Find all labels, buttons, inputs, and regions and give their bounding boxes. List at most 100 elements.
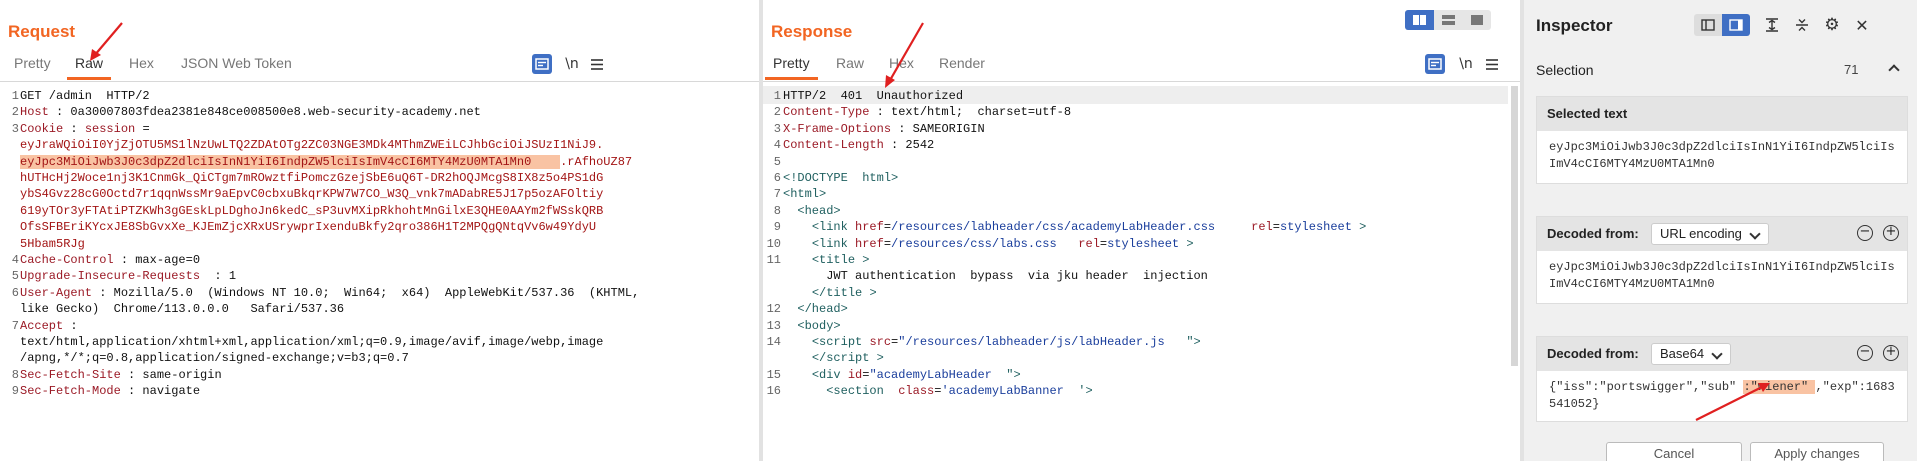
request-title: Request bbox=[8, 22, 76, 41]
decoded-url-value[interactable]: eyJpc3MiOiJwb3J0c3dpZ2dlciIsInN1YiI6Indp… bbox=[1537, 251, 1907, 303]
layout-top-bottom-icon[interactable] bbox=[1434, 10, 1463, 30]
cancel-button[interactable]: Cancel bbox=[1606, 442, 1742, 461]
tab-json-web-token[interactable]: JSON Web Token bbox=[181, 55, 292, 71]
request-editor[interactable]: 1 GET /admin HTTP/2 2 Host : 0a30007803fdea… bbox=[0, 85, 759, 461]
tab-pretty[interactable]: Pretty bbox=[765, 55, 818, 80]
pretty-print-toggle-icon[interactable] bbox=[532, 54, 552, 74]
line-number: 7 bbox=[11, 318, 19, 333]
line-number: 6 bbox=[11, 285, 19, 300]
decoded-base64-value[interactable]: {"iss":"portswigger","sub" :"wiener" ,"e… bbox=[1537, 371, 1907, 421]
line-number: 8 bbox=[773, 203, 781, 218]
selected-text-card: Selected text eyJpc3MiOiJwb3J0c3dpZ2dlci… bbox=[1536, 96, 1908, 184]
decoded-url-header: Decoded from: URL encoding − + bbox=[1537, 217, 1907, 251]
apply-changes-button[interactable]: Apply changes bbox=[1750, 442, 1884, 461]
chevron-up-icon[interactable] bbox=[1888, 64, 1900, 76]
inspector-title: Inspector bbox=[1536, 16, 1613, 35]
tab-hex[interactable]: Hex bbox=[889, 55, 914, 71]
request-pane: Request Pretty Raw Hex JSON Web Token \n… bbox=[0, 0, 759, 461]
code-line[interactable]: GET /admin HTTP/2 bbox=[20, 89, 150, 103]
code-line[interactable]: like Gecko) Chrome/113.0.0.0 Safari/537.… bbox=[20, 302, 344, 316]
settings-gear-icon[interactable]: ⚙ bbox=[1818, 14, 1846, 36]
response-title: Response bbox=[771, 22, 853, 41]
response-pane: Response Pretty Raw Hex Render \n 1 HTTP/… bbox=[763, 0, 1520, 461]
code-line[interactable]: ybS4Gvz28cG0Octd7r1qqnWssMr9aEpvC0cbxuBk… bbox=[20, 187, 603, 201]
code-line[interactable]: <!DOCTYPE html> bbox=[783, 171, 898, 185]
code-line[interactable]: <html> bbox=[783, 187, 826, 201]
line-number: 1 bbox=[11, 89, 19, 103]
code-line[interactable]: <link href=/resources/css/labs.css rel=s… bbox=[783, 237, 1194, 251]
code-line[interactable]: 619yTOr3yFTAtiPTZKWh3gGEskLpLDghoJn6kedC… bbox=[20, 204, 603, 218]
inspector-layout-list-icon[interactable] bbox=[1694, 14, 1722, 36]
menu-icon[interactable] bbox=[1481, 53, 1503, 75]
code-line[interactable]: eyJpc3MiOiJwb3J0c3dpZ2dlciIsInN1YiI6Indp… bbox=[20, 154, 632, 169]
line-number: 11 bbox=[766, 253, 781, 267]
newline-toggle-icon[interactable]: \n bbox=[1455, 53, 1477, 75]
add-decoding-icon[interactable]: + bbox=[1883, 225, 1899, 241]
code-line[interactable]: <link href=/resources/labheader/css/acad… bbox=[783, 220, 1367, 234]
selection-count: 71 bbox=[1844, 62, 1859, 77]
code-line[interactable]: </script > bbox=[783, 351, 884, 365]
decoding-select[interactable]: Base64 bbox=[1651, 343, 1732, 365]
request-tabs: Pretty Raw Hex JSON Web Token bbox=[0, 52, 759, 82]
close-icon[interactable]: ✕ bbox=[1848, 14, 1876, 36]
code-line[interactable]: <div id="academyLabHeader "> bbox=[783, 368, 1021, 382]
code-line[interactable]: X-Frame-Options : SAMEORIGIN bbox=[783, 122, 985, 136]
code-line[interactable]: text/html,application/xhtml+xml,applicat… bbox=[20, 335, 603, 349]
line-number: 8 bbox=[11, 367, 19, 382]
line-number: 7 bbox=[773, 187, 781, 202]
code-line[interactable]: <script src="/resources/labheader/js/lab… bbox=[783, 335, 1201, 349]
code-line[interactable]: JWT authentication bypass via jku header… bbox=[783, 269, 1208, 283]
selected-text-value[interactable]: eyJpc3MiOiJwb3J0c3dpZ2dlciIsInN1YiI6Indp… bbox=[1537, 131, 1907, 183]
tab-hex[interactable]: Hex bbox=[129, 55, 154, 71]
tab-raw[interactable]: Raw bbox=[66, 55, 112, 80]
layout-tabs-icon[interactable] bbox=[1463, 10, 1491, 30]
inspector-layout-panel-icon[interactable] bbox=[1722, 14, 1750, 36]
remove-decoding-icon[interactable]: − bbox=[1857, 345, 1873, 361]
line-number: 16 bbox=[766, 384, 781, 399]
pretty-print-toggle-icon[interactable] bbox=[1425, 54, 1445, 74]
code-line[interactable]: Upgrade-Insecure-Requests : 1 bbox=[20, 269, 236, 283]
code-line[interactable]: hUTHcHj2Woce1nj3K1CnmGk_QiCTgm7mROwztfiP… bbox=[20, 171, 603, 185]
decoding-select[interactable]: URL encoding bbox=[1651, 223, 1769, 245]
code-line[interactable]: User-Agent : Mozilla/5.0 (Windows NT 10.… bbox=[20, 286, 639, 300]
code-line[interactable]: Cache-Control : max-age=0 bbox=[20, 253, 200, 267]
vertical-scrollbar[interactable] bbox=[1511, 86, 1518, 366]
expand-all-icon[interactable] bbox=[1758, 14, 1786, 36]
code-line[interactable]: Content-Length : 2542 bbox=[783, 138, 934, 152]
decoded-from-label: Decoded from: bbox=[1547, 226, 1639, 241]
code-line[interactable]: <head> bbox=[783, 204, 840, 218]
code-line[interactable]: Sec-Fetch-Mode : navigate bbox=[20, 384, 200, 398]
code-line[interactable]: Cookie : session = bbox=[20, 122, 150, 136]
response-editor[interactable]: 1 HTTP/2 401 Unauthorized 2 Content-Type : … bbox=[763, 85, 1520, 461]
line-number: 5 bbox=[11, 269, 19, 284]
code-line[interactable]: OfsSFBEriKYcxJE8SbGvxXe_KJEmZjcXRxUSrywp… bbox=[20, 220, 596, 234]
layout-switcher bbox=[1405, 10, 1491, 30]
code-line[interactable]: </title > bbox=[783, 286, 877, 300]
code-line[interactable]: </head> bbox=[783, 302, 847, 316]
code-line[interactable]: <body> bbox=[783, 319, 840, 333]
code-line[interactable]: Sec-Fetch-Site : same-origin bbox=[20, 368, 222, 382]
layout-side-by-side-icon[interactable] bbox=[1405, 10, 1434, 30]
menu-icon[interactable] bbox=[586, 53, 608, 75]
code-line[interactable]: Accept : bbox=[20, 319, 78, 333]
selected-text-header: Selected text bbox=[1537, 97, 1907, 131]
newline-toggle-icon[interactable]: \n bbox=[561, 53, 583, 75]
code-line[interactable]: <title > bbox=[783, 253, 870, 267]
tab-render[interactable]: Render bbox=[939, 55, 985, 71]
code-line[interactable]: Content-Type : text/html; charset=utf-8 bbox=[783, 105, 1071, 119]
line-number: 14 bbox=[766, 335, 781, 349]
code-line[interactable]: /apng,*/*;q=0.8,application/signed-excha… bbox=[20, 351, 409, 365]
collapse-all-icon[interactable] bbox=[1788, 14, 1816, 36]
code-line[interactable]: eyJraWQiOiI0YjZjOTU5MS1lNzUwLTQ2ZDAtOTg2… bbox=[20, 138, 603, 152]
response-tabs: Pretty Raw Hex Render bbox=[763, 52, 1520, 82]
selected-text-label: Selected text bbox=[1547, 106, 1628, 121]
code-line[interactable]: HTTP/2 401 Unauthorized bbox=[783, 89, 963, 103]
code-line[interactable]: Host : 0a30007803fdea2381e848ce008500e8.… bbox=[20, 105, 481, 119]
code-line[interactable]: 5Hbam5RJg bbox=[20, 237, 85, 251]
remove-decoding-icon[interactable]: − bbox=[1857, 225, 1873, 241]
tab-raw[interactable]: Raw bbox=[836, 55, 864, 71]
code-line[interactable]: <section class='academyLabBanner '> bbox=[783, 384, 1092, 398]
line-number: 2 bbox=[773, 105, 781, 120]
add-decoding-icon[interactable]: + bbox=[1883, 345, 1899, 361]
tab-pretty[interactable]: Pretty bbox=[14, 55, 51, 71]
